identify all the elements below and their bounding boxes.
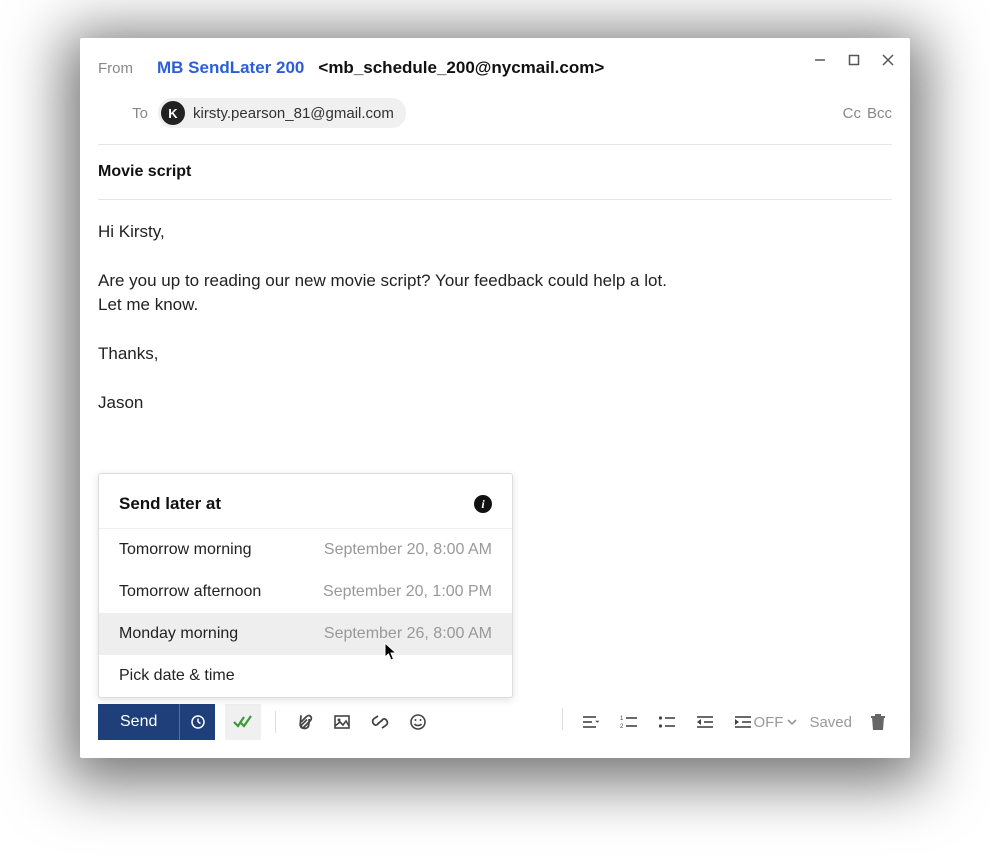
option-monday-morning[interactable]: Monday morning September 26, 8:00 AM [99, 613, 512, 655]
from-row: From MB SendLater 200 <mb_schedule_200@n… [98, 58, 892, 78]
divider [275, 711, 276, 733]
option-label: Monday morning [119, 625, 238, 643]
off-label: OFF [753, 714, 783, 731]
compose-toolbar: Send 12 [98, 704, 892, 740]
chevron-down-icon [787, 717, 797, 727]
delete-icon[interactable] [864, 708, 892, 736]
to-row[interactable]: To K kirsty.pearson_81@gmail.com Cc Bcc [98, 90, 892, 145]
window-controls [812, 52, 896, 68]
option-date: September 20, 8:00 AM [324, 541, 492, 559]
recipient-chip[interactable]: K kirsty.pearson_81@gmail.com [158, 98, 406, 128]
maximize-icon[interactable] [846, 52, 862, 68]
popup-title: Send later at [119, 494, 221, 514]
numbered-list-icon[interactable]: 12 [615, 708, 643, 736]
from-account-email: <mb_schedule_200@nycmail.com> [318, 58, 604, 78]
send-later-popup: Send later at i Tomorrow morning Septemb… [98, 473, 513, 698]
subject-field[interactable]: Movie script [98, 145, 892, 200]
minimize-icon[interactable] [812, 52, 828, 68]
to-label: To [98, 105, 158, 122]
recipient-email: kirsty.pearson_81@gmail.com [193, 105, 394, 122]
body-greeting: Hi Kirsty, [98, 220, 892, 245]
body-thanks: Thanks, [98, 342, 892, 367]
send-button[interactable]: Send [98, 704, 179, 740]
outdent-icon[interactable] [691, 708, 719, 736]
bullet-list-icon[interactable] [653, 708, 681, 736]
send-later-button[interactable] [179, 704, 215, 740]
formatting-toggle[interactable]: OFF [753, 714, 797, 731]
divider [562, 708, 563, 730]
option-pick-date[interactable]: Pick date & time [99, 655, 512, 697]
avatar: K [161, 101, 185, 125]
body-line1: Are you up to reading our new movie scri… [98, 269, 892, 294]
attach-icon[interactable] [290, 708, 318, 736]
link-icon[interactable] [366, 708, 394, 736]
popup-header: Send later at i [99, 474, 512, 529]
toolbar-right: OFF Saved [753, 708, 892, 736]
from-account-name[interactable]: MB SendLater 200 [157, 58, 304, 78]
send-button-group: Send [98, 704, 215, 740]
info-icon[interactable]: i [474, 495, 492, 513]
option-label: Tomorrow afternoon [119, 583, 261, 601]
emoji-icon[interactable] [404, 708, 432, 736]
saved-status: Saved [809, 714, 852, 731]
option-label: Pick date & time [119, 667, 235, 685]
close-icon[interactable] [880, 52, 896, 68]
option-date: September 20, 1:00 PM [323, 583, 492, 601]
message-body[interactable]: Hi Kirsty, Are you up to reading our new… [98, 200, 892, 459]
cc-bcc: Cc Bcc [843, 105, 892, 122]
from-label: From [98, 60, 143, 77]
option-tomorrow-afternoon[interactable]: Tomorrow afternoon September 20, 1:00 PM [99, 571, 512, 613]
body-line2: Let me know. [98, 293, 892, 318]
indent-icon[interactable] [729, 708, 757, 736]
svg-text:2: 2 [620, 724, 624, 729]
compose-window: From MB SendLater 200 <mb_schedule_200@n… [80, 38, 910, 758]
body-signature: Jason [98, 391, 892, 416]
tracking-button[interactable] [225, 704, 261, 740]
format-toolbar: 12 [558, 708, 757, 736]
bcc-link[interactable]: Bcc [867, 105, 892, 122]
option-date: September 26, 8:00 AM [324, 625, 492, 643]
image-icon[interactable] [328, 708, 356, 736]
option-tomorrow-morning[interactable]: Tomorrow morning September 20, 8:00 AM [99, 529, 512, 571]
svg-text:1: 1 [620, 716, 624, 722]
align-icon[interactable] [577, 708, 605, 736]
cc-link[interactable]: Cc [843, 105, 861, 122]
option-label: Tomorrow morning [119, 541, 251, 559]
